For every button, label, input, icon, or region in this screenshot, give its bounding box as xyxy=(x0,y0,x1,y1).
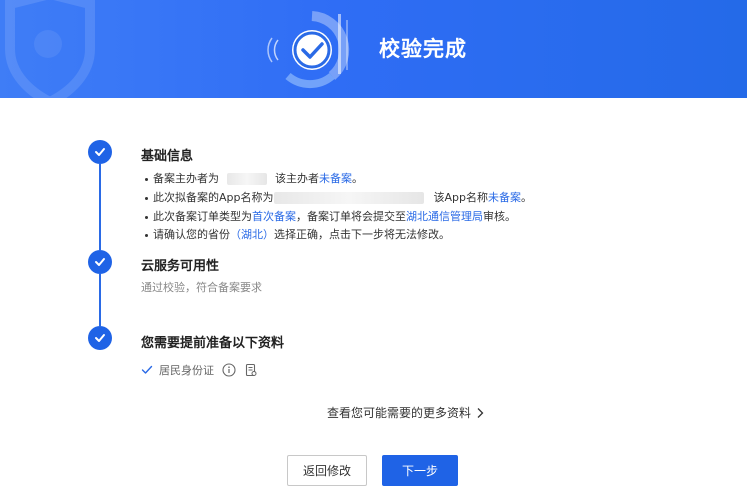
info-text: 选择正确，点击下一步将无法修改。 xyxy=(274,228,450,241)
info-line-owner: 备案主办者为 该主办者未备案。 xyxy=(145,170,363,186)
result-banner: 校验完成 xyxy=(0,0,747,98)
timeline-connector xyxy=(99,274,101,326)
check-icon xyxy=(95,258,105,266)
info-text: 。 xyxy=(352,172,363,185)
redacted-app-name xyxy=(273,192,424,204)
authority-link[interactable]: 湖北通信管理局 xyxy=(406,210,483,223)
more-documents-link[interactable]: 查看您可能需要的更多资料 xyxy=(327,404,485,421)
next-step-button[interactable]: 下一步 xyxy=(382,455,458,486)
redacted-owner-name xyxy=(227,173,267,185)
more-documents-label: 查看您可能需要的更多资料 xyxy=(327,406,472,420)
timeline-connector xyxy=(99,164,101,250)
info-text: 审核。 xyxy=(483,210,516,223)
doc-check-icon xyxy=(141,365,153,374)
step-title-basic-info: 基础信息 xyxy=(141,149,194,164)
info-text: 请确认您的省份 xyxy=(153,228,230,241)
step-title-cloud-service: 云服务可用性 xyxy=(141,259,220,274)
status-link[interactable]: 未备案 xyxy=(319,172,352,185)
check-icon xyxy=(95,148,105,156)
chevron-right-icon xyxy=(477,407,484,418)
info-icon[interactable] xyxy=(222,363,236,377)
info-text: 。 xyxy=(521,191,532,204)
back-to-edit-button[interactable]: 返回修改 xyxy=(287,455,367,486)
info-line-order-type: 此次备案订单类型为首次备案，备案订单将会提交至湖北通信管理局审核。 xyxy=(145,208,516,224)
required-doc-item: 居民身份证 xyxy=(141,362,258,378)
shield-watermark-icon xyxy=(5,0,95,98)
verified-check-icon xyxy=(267,11,350,89)
province-link[interactable]: （湖北） xyxy=(230,228,274,241)
info-text: ，备案订单将会提交至 xyxy=(296,210,406,223)
step-complete-icon xyxy=(88,326,112,350)
info-text: 备案主办者为 xyxy=(153,172,219,185)
cloud-service-status: 通过校验，符合备案要求 xyxy=(141,281,262,294)
step-complete-icon xyxy=(88,140,112,164)
info-line-province: 请确认您的省份（湖北）选择正确，点击下一步将无法修改。 xyxy=(145,226,450,242)
info-line-app-name: 此次拟备案的App名称为 该App名称未备案。 xyxy=(145,189,532,205)
info-text: 该主办者 xyxy=(275,172,319,185)
document-sample-icon[interactable] xyxy=(244,363,258,377)
info-text: 此次拟备案的App名称为 xyxy=(153,191,274,204)
doc-label: 居民身份证 xyxy=(159,364,214,377)
order-type-link[interactable]: 首次备案 xyxy=(252,210,296,223)
step-title-prepare-docs: 您需要提前准备以下资料 xyxy=(141,336,285,351)
info-text: 该App名称 xyxy=(433,191,489,204)
status-link[interactable]: 未备案 xyxy=(488,191,521,204)
check-icon xyxy=(95,334,105,342)
step-complete-icon xyxy=(88,250,112,274)
banner-title: 校验完成 xyxy=(379,37,467,61)
info-text: 此次备案订单类型为 xyxy=(153,210,252,223)
